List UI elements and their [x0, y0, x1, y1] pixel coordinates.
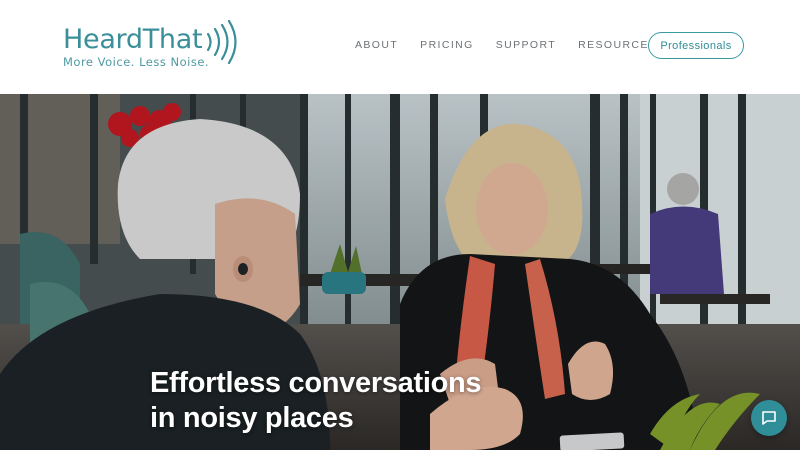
- chat-bubble-icon: [762, 411, 776, 425]
- main-nav: ABOUT PRICING SUPPORT RESOURCES: [355, 39, 679, 51]
- nav-item-pricing[interactable]: PRICING: [420, 39, 474, 51]
- sound-waves-icon: [206, 20, 237, 64]
- brand-logo[interactable]: HeardThat More Voice. Less Noise.: [63, 18, 243, 74]
- nav-item-about[interactable]: ABOUT: [355, 39, 398, 51]
- site-header: HeardThat More Voice. Less Noise. ABOUT …: [0, 0, 800, 94]
- nav-item-support[interactable]: SUPPORT: [496, 39, 556, 51]
- professionals-button[interactable]: Professionals: [648, 32, 744, 59]
- hero-section: Effortless conversations in noisy places: [0, 94, 800, 450]
- chat-button[interactable]: [751, 400, 787, 436]
- nav-item-resources[interactable]: RESOURCES: [578, 39, 657, 51]
- brand-tagline: More Voice. Less Noise.: [63, 55, 210, 69]
- hero-title-line-1: Effortless conversations: [150, 367, 482, 399]
- hero-title-line-2: in noisy places: [150, 402, 354, 434]
- hero-title: Effortless conversations in noisy places: [150, 366, 482, 436]
- brand-name: HeardThat: [63, 24, 203, 55]
